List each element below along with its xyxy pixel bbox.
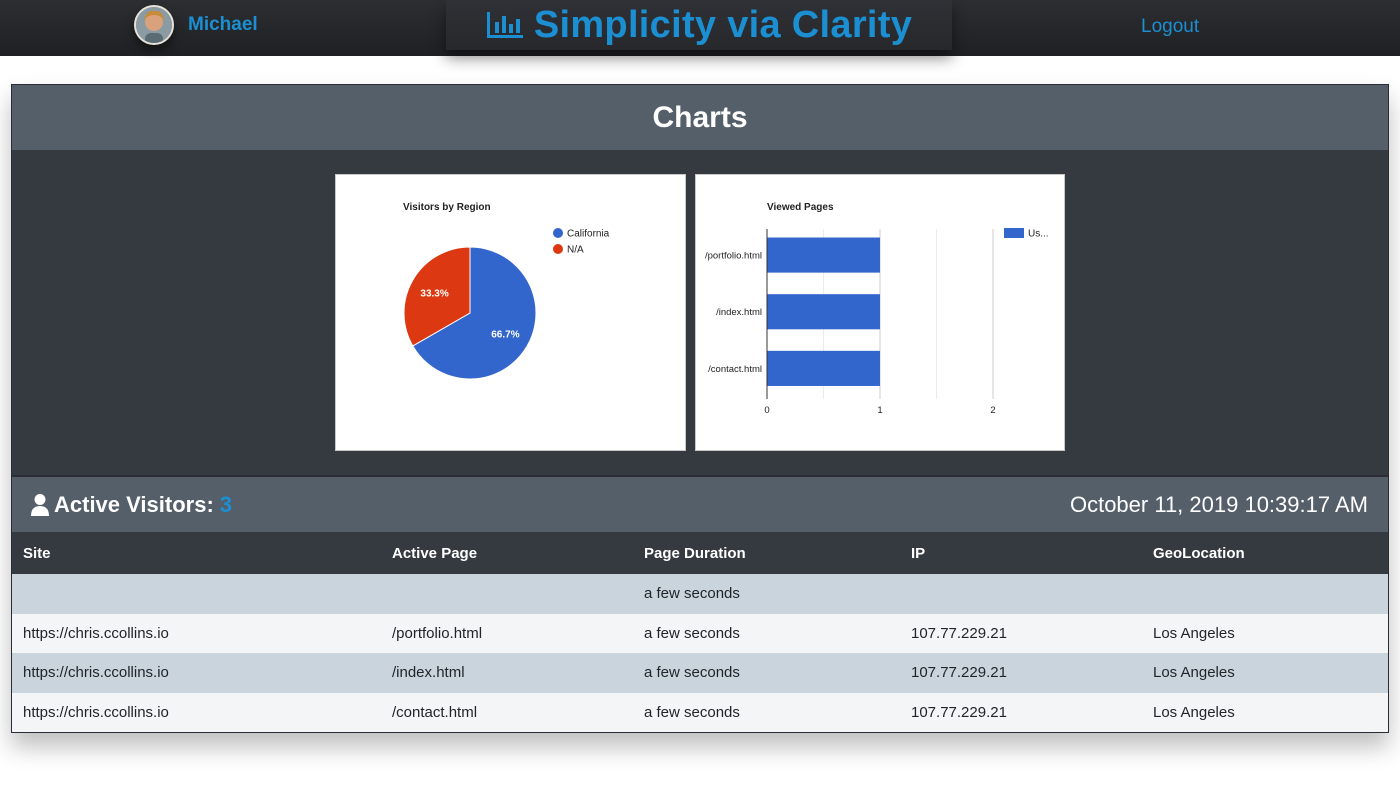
charts-header: Charts	[12, 85, 1388, 150]
dashboard-card: Charts Visitors by Region 66.7% Californi…	[11, 84, 1389, 733]
category-label-2: /contact.html	[708, 364, 762, 375]
logout-link[interactable]: Logout	[1141, 16, 1199, 38]
pie-slice-label-0: 66.7%	[491, 329, 519, 340]
legend-marker-0	[553, 228, 563, 238]
x-tick-label-1: 1	[877, 405, 882, 416]
cell-ip: 107.77.229.21	[911, 664, 1007, 682]
pie-slice-label-1: 33.3%	[420, 289, 448, 300]
visitors-by-region-chart[interactable]: Visitors by Region 66.7% California 33.3% N…	[335, 174, 686, 451]
active-visitors-bar: Active Visitors: 3 October 11, 2019 10:3…	[12, 475, 1388, 532]
table-header-row: Site Active Page Page Duration IP GeoLoc…	[12, 532, 1388, 574]
cell-active-page: /contact.html	[392, 703, 478, 721]
cell-site	[12, 574, 381, 614]
cell-ip: 107.77.229.21	[911, 624, 1007, 642]
legend-marker-1	[553, 244, 563, 254]
cell-geolocation	[1142, 574, 1388, 614]
bar-0	[767, 237, 880, 273]
user-icon	[31, 494, 49, 516]
user-profile[interactable]: Michael	[134, 5, 258, 45]
legend-marker	[1004, 228, 1024, 238]
table-row: https://chris.ccollins.io /index.html a …	[12, 653, 1388, 693]
table-row: a few seconds	[12, 574, 1388, 614]
cell-active-page: /index.html	[392, 664, 465, 682]
cell-geolocation: Los Angeles	[1153, 703, 1235, 721]
column-header-site: Site	[23, 544, 51, 562]
active-visitors-label: Active Visitors:	[54, 492, 214, 517]
brand-title: Simplicity via Clarity	[533, 3, 913, 46]
category-label-0: /portfolio.html	[705, 251, 762, 262]
table-row: https://chris.ccollins.io /contact.html …	[12, 692, 1388, 732]
active-visitors-heading: Active Visitors: 3	[30, 492, 232, 518]
bar-chart-svg: Viewed Pages /portfolio.html/index.html /…	[705, 202, 1049, 416]
bar-chart-icon	[486, 12, 523, 38]
table-row: https://chris.ccollins.io /portfolio.htm…	[12, 613, 1388, 653]
active-visitors-count: 3	[219, 492, 233, 517]
cell-page-duration: a few seconds	[644, 664, 740, 682]
cell-page-duration: a few seconds	[644, 585, 740, 603]
cell-ip: 107.77.229.21	[911, 703, 1007, 721]
avatar[interactable]	[134, 5, 174, 45]
legend-label: Us...	[1028, 229, 1049, 240]
active-visitors-table: Site Active Page Page Duration IP GeoLoc…	[12, 532, 1388, 732]
cell-page-duration: a few seconds	[644, 624, 740, 642]
legend-label-1: N/A	[567, 245, 584, 256]
bar-1	[767, 294, 880, 330]
cell-geolocation: Los Angeles	[1153, 664, 1235, 682]
charts-title: Charts	[652, 100, 748, 134]
charts-area: Visitors by Region 66.7% California 33.3% N…	[12, 150, 1388, 475]
column-header-active-page: Active Page	[392, 544, 478, 562]
cell-active-page: /portfolio.html	[392, 624, 483, 642]
brand-banner: Simplicity via Clarity	[446, 0, 952, 50]
cell-site: https://chris.ccollins.io	[23, 703, 169, 721]
pie-chart-title: Visitors by Region	[403, 202, 491, 213]
cell-site: https://chris.ccollins.io	[23, 664, 169, 682]
current-datetime: October 11, 2019 10:39:17 AM	[1069, 492, 1368, 517]
column-header-page-duration: Page Duration	[644, 544, 746, 562]
pie-chart-svg: Visitors by Region 66.7% California 33.3% N…	[403, 202, 610, 380]
legend-label-0: California	[567, 229, 610, 240]
bar-chart-title: Viewed Pages	[767, 202, 834, 213]
x-tick-label-0: 0	[764, 405, 769, 416]
x-tick-label-2: 2	[990, 405, 995, 416]
top-navbar: Michael Simplicity via Clarity Logout	[0, 0, 1400, 56]
cell-geolocation: Los Angeles	[1153, 624, 1235, 642]
cell-page-duration: a few seconds	[644, 703, 740, 721]
bar-2	[767, 350, 880, 386]
category-label-1: /index.html	[716, 307, 762, 318]
cell-ip	[900, 574, 1142, 614]
cell-site: https://chris.ccollins.io	[23, 624, 169, 642]
viewed-pages-chart[interactable]: Viewed Pages /portfolio.html/index.html /…	[695, 174, 1065, 451]
cell-active-page	[381, 574, 633, 614]
username[interactable]: Michael	[188, 14, 258, 36]
column-header-geolocation: GeoLocation	[1153, 544, 1245, 562]
column-header-ip: IP	[911, 544, 926, 562]
